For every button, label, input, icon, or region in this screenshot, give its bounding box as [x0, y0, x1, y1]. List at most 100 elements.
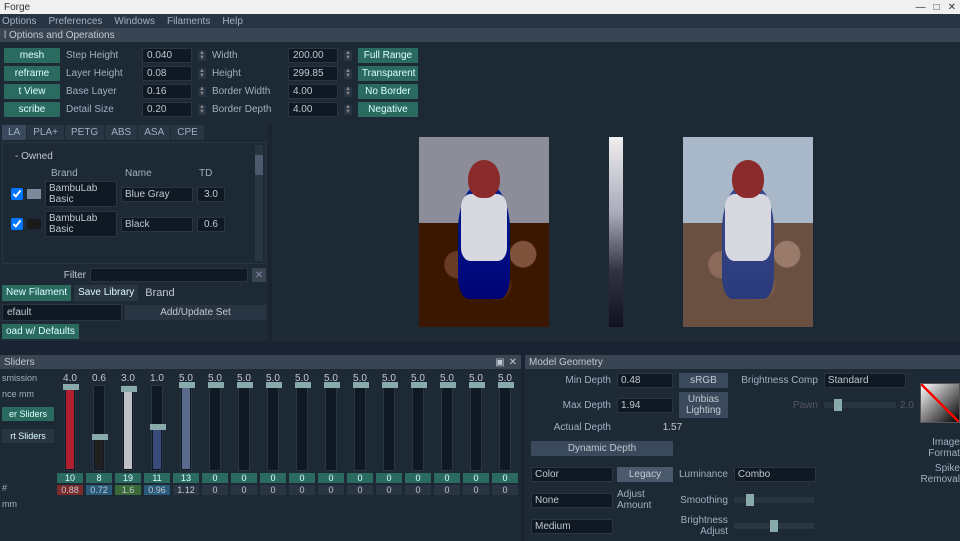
slider-bottom-value[interactable]: 0.88: [57, 485, 83, 495]
tab-petg[interactable]: PETG: [65, 125, 104, 140]
slider-green-value[interactable]: 0: [231, 473, 257, 483]
filament-checkbox[interactable]: [11, 218, 23, 230]
menu-preferences[interactable]: Preferences: [48, 16, 102, 27]
slider-bottom-value[interactable]: 0: [347, 485, 373, 495]
slider-bottom-value[interactable]: 0: [434, 485, 460, 495]
negative-button[interactable]: Negative: [358, 102, 418, 117]
brand-select[interactable]: BambuLab Basic: [45, 211, 117, 237]
srgb-button[interactable]: sRGB: [679, 373, 728, 388]
spike-removal-select[interactable]: None: [531, 493, 613, 508]
slider-bottom-value[interactable]: 0: [463, 485, 489, 495]
slider-bottom-value[interactable]: 0.96: [144, 485, 170, 495]
name-select[interactable]: Black: [121, 217, 193, 232]
slider-bottom-value[interactable]: 1.12: [173, 485, 199, 495]
toolbar-mesh-button[interactable]: mesh: [4, 48, 60, 63]
load-defaults-button[interactable]: oad w/ Defaults: [2, 324, 79, 339]
spinner-down-icon[interactable]: ▼: [198, 92, 206, 97]
gradient-swatch[interactable]: [920, 383, 960, 423]
dynamic-depth-button[interactable]: Dynamic Depth: [531, 441, 673, 456]
opt-0.08[interactable]: 0.08: [142, 66, 192, 81]
tab-abs[interactable]: ABS: [105, 125, 137, 140]
slider-track[interactable]: [499, 385, 511, 471]
slider-green-value[interactable]: 8: [86, 473, 112, 483]
maximize-icon[interactable]: □: [934, 2, 940, 13]
brightness-comp-select[interactable]: Standard: [824, 373, 906, 388]
slider-track[interactable]: [354, 385, 366, 471]
slider-green-value[interactable]: 10: [57, 473, 83, 483]
new-filament-button[interactable]: New Filament: [2, 285, 71, 301]
image-format-select[interactable]: Color: [531, 467, 613, 482]
slider-track[interactable]: [180, 385, 192, 471]
name-select[interactable]: Blue Gray: [121, 187, 193, 202]
slider-green-value[interactable]: 0: [347, 473, 373, 483]
slider-green-value[interactable]: 0: [405, 473, 431, 483]
opt-299.85[interactable]: 299.85: [288, 66, 338, 81]
slider-green-value[interactable]: 0: [318, 473, 344, 483]
add-update-set-button[interactable]: Add/Update Set: [125, 305, 266, 320]
td-input[interactable]: 3.0: [197, 187, 225, 202]
slider-bottom-value[interactable]: 0: [260, 485, 286, 495]
toolbar-t-view-button[interactable]: t View: [4, 84, 60, 99]
layer-sliders-button[interactable]: er Sliders: [2, 407, 54, 421]
set-select[interactable]: efault: [2, 304, 122, 321]
legacy-button[interactable]: Legacy: [617, 467, 673, 482]
slider-track[interactable]: [383, 385, 395, 471]
slider-bottom-value[interactable]: 0.72: [86, 485, 112, 495]
luminance-select[interactable]: Combo: [734, 467, 816, 482]
opt-4.00[interactable]: 4.00: [288, 84, 338, 99]
tab-la[interactable]: LA: [2, 125, 26, 140]
slider-bottom-value[interactable]: 1.6: [115, 485, 141, 495]
opt-0.040[interactable]: 0.040: [142, 48, 192, 63]
slider-bottom-value[interactable]: 0: [492, 485, 518, 495]
spinner-down-icon[interactable]: ▼: [198, 56, 206, 61]
slider-track[interactable]: [122, 385, 134, 471]
spinner-down-icon[interactable]: ▼: [344, 74, 352, 79]
slider-green-value[interactable]: 0: [289, 473, 315, 483]
menu-windows[interactable]: Windows: [114, 16, 155, 27]
slider-track[interactable]: [441, 385, 453, 471]
brightness-adjust-slider[interactable]: [734, 523, 814, 529]
no-border-button[interactable]: No Border: [358, 84, 418, 99]
opt-0.20[interactable]: 0.20: [142, 102, 192, 117]
slider-green-value[interactable]: 0: [463, 473, 489, 483]
toolbar-scribe-button[interactable]: scribe: [4, 102, 60, 117]
brand-select[interactable]: BambuLab Basic: [45, 181, 117, 207]
slider-track[interactable]: [325, 385, 337, 471]
slider-track[interactable]: [64, 385, 76, 471]
opt-200.00[interactable]: 200.00: [288, 48, 338, 63]
filter-input[interactable]: [90, 268, 248, 282]
slider-green-value[interactable]: 0: [376, 473, 402, 483]
td-input[interactable]: 0.6: [197, 217, 225, 232]
toolbar-reframe-button[interactable]: reframe: [4, 66, 60, 81]
slider-bottom-value[interactable]: 0: [405, 485, 431, 495]
slider-track[interactable]: [296, 385, 308, 471]
slider-track[interactable]: [267, 385, 279, 471]
smoothing-slider[interactable]: [734, 497, 814, 503]
scrollbar[interactable]: [255, 145, 263, 261]
close-icon[interactable]: ✕: [948, 2, 956, 13]
minimize-icon[interactable]: —: [916, 2, 926, 13]
slider-bottom-value[interactable]: 0: [318, 485, 344, 495]
full-range-button[interactable]: Full Range: [358, 48, 418, 63]
slider-bottom-value[interactable]: 0: [202, 485, 228, 495]
slider-bottom-value[interactable]: 0: [289, 485, 315, 495]
popout-icon[interactable]: ▣: [495, 357, 504, 368]
close-panel-icon[interactable]: ✕: [509, 357, 517, 368]
min-depth-input[interactable]: 0.48: [617, 373, 673, 388]
unbias-lighting-button[interactable]: Unbias Lighting: [679, 392, 728, 418]
menu-filaments[interactable]: Filaments: [167, 16, 210, 27]
max-depth-input[interactable]: 1.94: [617, 398, 673, 413]
slider-track[interactable]: [238, 385, 250, 471]
save-library-button[interactable]: Save Library: [74, 285, 138, 301]
filament-checkbox[interactable]: [11, 188, 23, 200]
adjust-medium-select[interactable]: Medium: [531, 519, 613, 534]
slider-track[interactable]: [412, 385, 424, 471]
slider-green-value[interactable]: 13: [173, 473, 199, 483]
opt-0.16[interactable]: 0.16: [142, 84, 192, 99]
slider-track[interactable]: [209, 385, 221, 471]
slider-green-value[interactable]: 0: [202, 473, 228, 483]
slider-green-value[interactable]: 0: [260, 473, 286, 483]
slider-track[interactable]: [470, 385, 482, 471]
transparent-button[interactable]: Transparent: [358, 66, 418, 81]
tab-asa[interactable]: ASA: [138, 125, 170, 140]
